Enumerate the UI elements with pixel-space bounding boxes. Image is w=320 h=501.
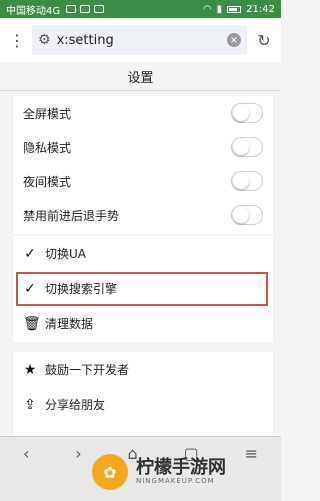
setting-privacy[interactable]: 隐私模式 [13, 130, 273, 164]
share-icon: ⇪ [24, 396, 36, 413]
gear-icon: ⚙ [38, 32, 51, 48]
page-title: 设置 [0, 62, 281, 91]
signal-icon: ▮ [216, 3, 223, 15]
status-bar: 中国移动4G ◠ ▮ 21:42 [0, 0, 281, 18]
extra-list: ★ 鼓励一下开发者 ⇪ 分享给朋友 [12, 352, 274, 436]
notification-icon [94, 5, 105, 13]
setting-fullscreen[interactable]: 全屏模式 [13, 96, 273, 130]
carrier-label: 中国移动4G [6, 5, 61, 17]
notification-icon [80, 5, 91, 13]
check-icon: ✓ [24, 245, 36, 262]
clock: 21:42 [246, 3, 275, 15]
night-toggle[interactable] [231, 171, 263, 191]
more-vert-icon[interactable]: ⋮ [6, 25, 28, 55]
fullscreen-toggle[interactable] [231, 103, 263, 123]
setting-label: 全屏模式 [23, 106, 72, 121]
setting-gesture[interactable]: 禁用前进后退手势 [13, 198, 273, 232]
setting-label: 夜间模式 [23, 174, 72, 189]
watermark: ✿ 柠檬手游网 NINGMAKEUP.COM [92, 452, 272, 492]
setting-label: 禁用前进后退手势 [23, 208, 120, 223]
refresh-icon[interactable]: ↻ [253, 29, 275, 51]
trash-icon: 🗑 [23, 315, 41, 332]
toggle-settings: 全屏模式 隐私模式 夜间模式 禁用前进后退手势 [12, 96, 274, 234]
notification-icon [66, 5, 77, 13]
share-item[interactable]: ⇪ 分享给朋友 [13, 387, 273, 422]
back-icon[interactable]: ‹ [23, 444, 29, 463]
watermark-subtitle: NINGMAKEUP.COM [136, 477, 215, 485]
url-field[interactable]: ⚙ x:setting × [32, 25, 247, 55]
encourage-developer-item[interactable]: ★ 鼓励一下开发者 [13, 352, 273, 387]
privacy-toggle[interactable] [231, 137, 263, 157]
lemon-logo-icon: ✿ [92, 454, 128, 490]
url-text[interactable]: x:setting [57, 33, 227, 48]
watermark-title: 柠檬手游网 [136, 457, 226, 478]
address-bar: ⋮ ⚙ x:setting × ↻ [0, 18, 281, 62]
forward-icon[interactable]: › [75, 444, 81, 463]
action-label: 鼓励一下开发者 [45, 363, 130, 377]
setting-night[interactable]: 夜间模式 [13, 164, 273, 198]
action-label: 分享给朋友 [45, 398, 106, 412]
clear-icon[interactable]: × [227, 33, 241, 47]
battery-icon [227, 5, 242, 13]
switch-ua-item[interactable]: ✓ 切换UA [13, 236, 273, 271]
setting-label: 隐私模式 [23, 140, 72, 155]
page-title-text: 设置 [127, 70, 154, 86]
action-label: 清理数据 [45, 317, 94, 331]
wifi-icon: ◠ [202, 3, 212, 15]
gesture-toggle[interactable] [231, 205, 263, 225]
clear-data-item[interactable]: 🗑 清理数据 [13, 306, 273, 341]
action-label: 切换UA [45, 247, 86, 261]
highlight-box [16, 272, 268, 306]
star-icon: ★ [23, 361, 37, 378]
